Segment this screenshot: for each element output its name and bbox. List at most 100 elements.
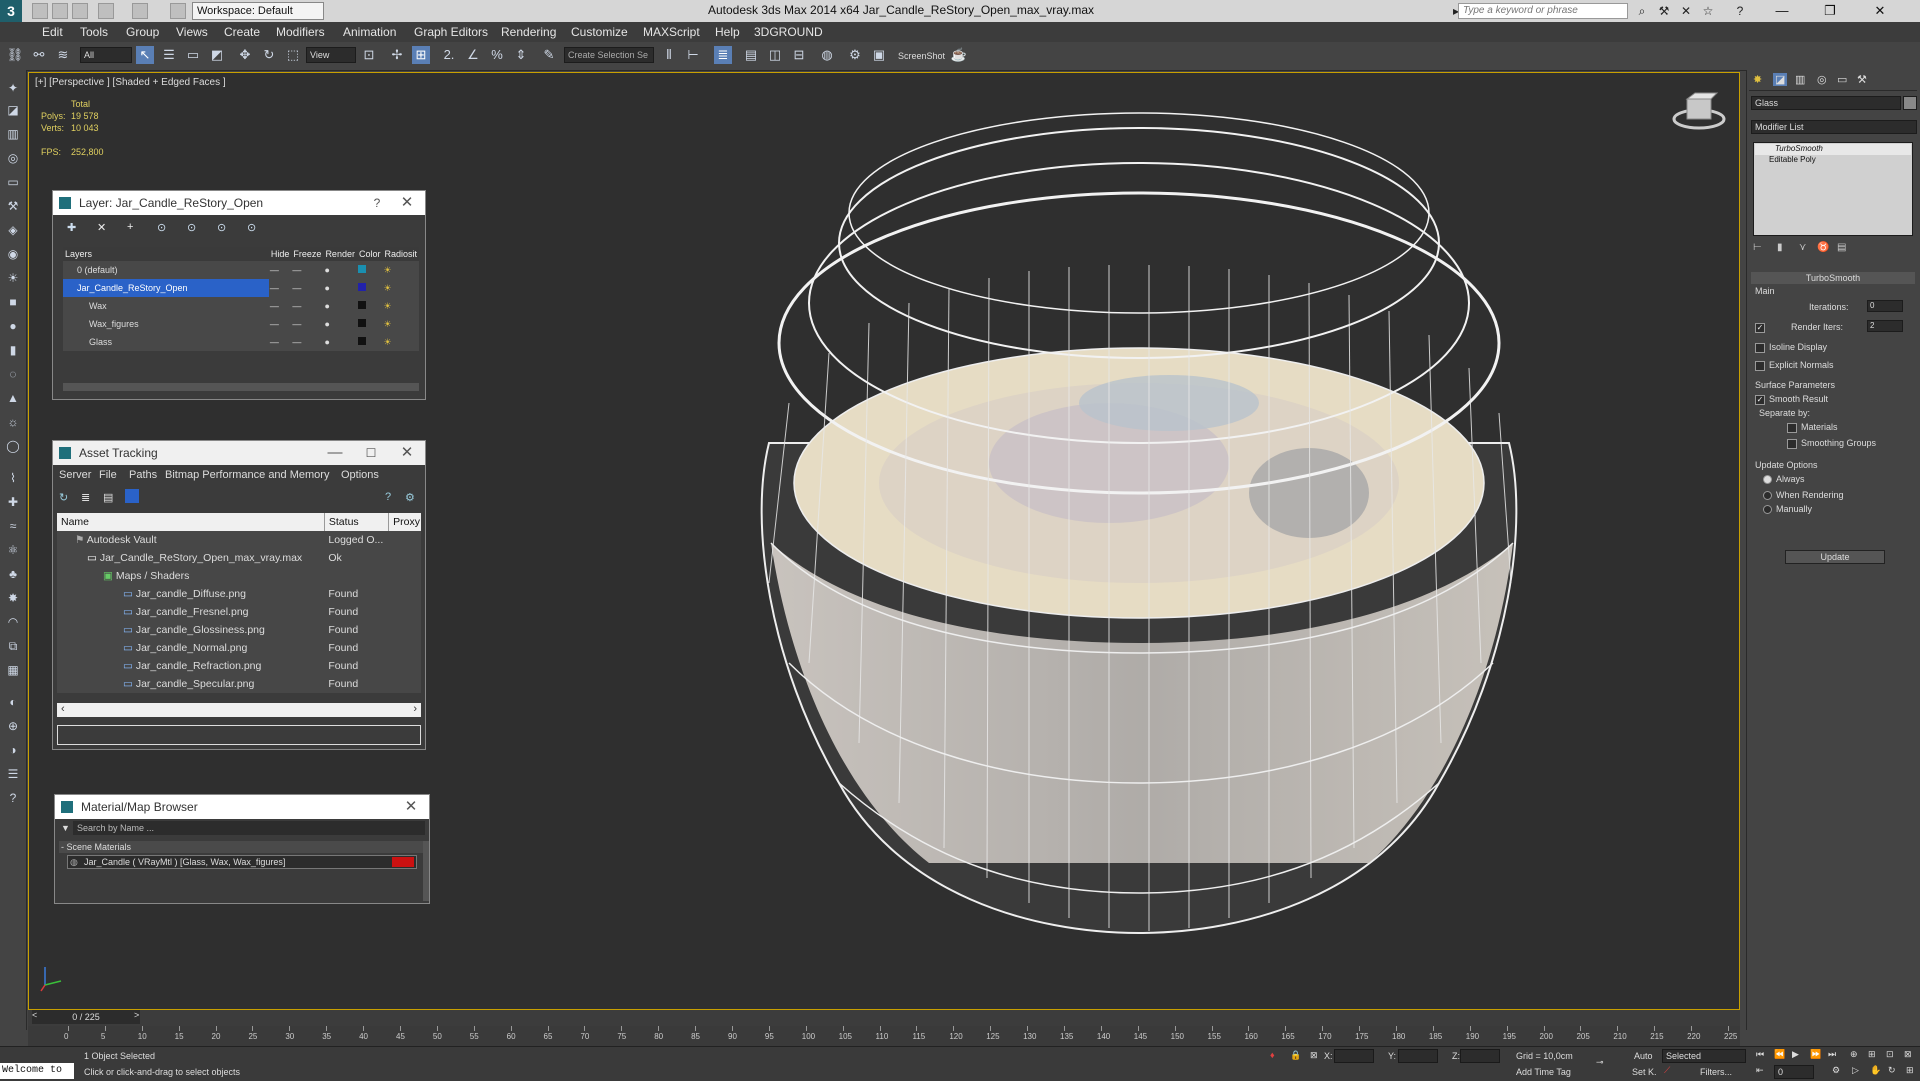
- layer-manager-icon[interactable]: ≣: [714, 46, 732, 64]
- select-layer-objects-icon[interactable]: ⊙: [157, 221, 166, 234]
- menu-animation[interactable]: Animation: [343, 25, 396, 39]
- layer-color-swatch[interactable]: [357, 301, 366, 309]
- manually-radio[interactable]: [1763, 505, 1772, 515]
- jar-candle-model[interactable]: [729, 103, 1549, 983]
- cylinder-icon[interactable]: ▮: [4, 342, 22, 358]
- bind-space-warp-icon[interactable]: ≋: [54, 46, 72, 64]
- key-filter-dropdown[interactable]: Selected: [1662, 1049, 1746, 1063]
- make-unique-icon[interactable]: ⋎: [1799, 242, 1806, 253]
- new-file-icon[interactable]: [32, 3, 48, 19]
- keyboard-shortcut-override-icon[interactable]: ⊞: [412, 46, 430, 64]
- asset-minimize-button[interactable]: —: [323, 441, 347, 465]
- layer-close-button[interactable]: ✕: [395, 191, 419, 215]
- reactor-icon[interactable]: ◑: [4, 742, 22, 758]
- window-crossing-icon[interactable]: ◩: [208, 46, 226, 64]
- detail-view-icon[interactable]: ▤: [103, 491, 113, 504]
- iterations-spinner[interactable]: 0: [1867, 300, 1903, 312]
- asset-help-icon[interactable]: ?: [385, 491, 391, 503]
- menu-3dground[interactable]: 3DGROUND: [754, 25, 823, 39]
- smoothing-groups-row[interactable]: Smoothing Groups: [1787, 438, 1876, 449]
- foliage-icon[interactable]: ♣: [4, 566, 22, 582]
- add-to-layer-icon[interactable]: +: [127, 221, 133, 233]
- play-icon[interactable]: ▶: [1792, 1049, 1799, 1060]
- motion-icon[interactable]: ◎: [4, 150, 22, 166]
- utilities-tab-icon[interactable]: ⚒: [1857, 73, 1867, 86]
- refresh-icon[interactable]: ↻: [59, 491, 68, 504]
- asset-path-field[interactable]: [57, 725, 421, 745]
- mirror-icon[interactable]: ⫴: [660, 46, 678, 64]
- favorites-star-icon[interactable]: ☆: [1700, 3, 1716, 19]
- orbit-icon[interactable]: ↻: [1888, 1065, 1896, 1076]
- stack-editable-poly[interactable]: Editable Poly: [1755, 155, 1911, 166]
- selection-lock-icon[interactable]: ♦: [1270, 1050, 1275, 1060]
- highlight-layer-icon[interactable]: ⊙: [187, 221, 196, 234]
- graphite-ribbon-icon[interactable]: ▤: [742, 46, 760, 64]
- modify-icon[interactable]: ◪: [4, 102, 22, 118]
- pan-view-icon[interactable]: ✋: [1870, 1065, 1881, 1076]
- patch-icon[interactable]: ▦: [4, 662, 22, 678]
- asset-row[interactable]: ⚑ Autodesk Vault Logged O...: [57, 531, 421, 549]
- scroll-left-icon[interactable]: ‹: [61, 703, 65, 715]
- percent-snap-icon[interactable]: %: [488, 46, 506, 64]
- col-render[interactable]: Render: [323, 247, 357, 261]
- asset-row[interactable]: ▭ Jar_candle_Fresnel.png Found: [57, 603, 421, 621]
- material-item[interactable]: ◍ Jar_Candle ( VRayMtl ) [Glass, Wax, Wa…: [67, 855, 417, 869]
- zoom-extents-icon[interactable]: ⊡: [1886, 1049, 1894, 1060]
- material-menu-arrow-icon[interactable]: ▼: [61, 823, 70, 833]
- asset-settings-icon[interactable]: ⚙: [405, 491, 415, 504]
- explicit-normals-checkbox[interactable]: [1755, 360, 1765, 371]
- col-status[interactable]: Status: [324, 513, 390, 531]
- col-proxy[interactable]: Proxy: [389, 513, 421, 531]
- layer-row[interactable]: Wax_figures — — ● ☀: [63, 315, 419, 333]
- asset-menu-file[interactable]: File: [99, 465, 117, 485]
- render-iters-spinner[interactable]: 2: [1867, 320, 1903, 332]
- layer-color-swatch[interactable]: [357, 283, 366, 291]
- go-to-end-icon[interactable]: ⏭: [1828, 1049, 1836, 1060]
- save-file-icon[interactable]: [72, 3, 88, 19]
- redo-icon[interactable]: [132, 3, 148, 19]
- asset-horizontal-scrollbar[interactable]: ‹ ›: [57, 703, 421, 717]
- delete-layer-icon[interactable]: ✕: [97, 221, 106, 234]
- table-view-icon[interactable]: [125, 489, 139, 503]
- menu-maxscript[interactable]: MAXScript: [643, 25, 700, 39]
- when-rendering-radio[interactable]: [1763, 491, 1772, 501]
- modify-tab-icon[interactable]: ◪: [1773, 73, 1788, 86]
- maxscript-listener[interactable]: Welcome to: [0, 1063, 74, 1079]
- screenshot-label[interactable]: ScreenShot: [898, 51, 945, 61]
- menu-customize[interactable]: Customize: [571, 25, 628, 39]
- x-coordinate-field[interactable]: [1334, 1049, 1374, 1063]
- motion-tab-icon[interactable]: ◎: [1817, 73, 1827, 86]
- asset-row[interactable]: ▭ Jar_candle_Normal.png Found: [57, 639, 421, 657]
- asset-row[interactable]: ▭ Jar_candle_Specular.png Found: [57, 675, 421, 693]
- keyword-search-input[interactable]: Type a keyword or phrase: [1458, 3, 1628, 19]
- asset-menu-paths[interactable]: Paths: [129, 465, 157, 485]
- binoculars-icon[interactable]: ⌕: [1634, 3, 1650, 19]
- tools-icon[interactable]: ⚒: [1656, 3, 1672, 19]
- snaps-toggle-icon[interactable]: 2.: [440, 46, 458, 64]
- close-window-button[interactable]: ✕: [1860, 0, 1900, 22]
- always-row[interactable]: Always: [1763, 474, 1805, 485]
- menu-help[interactable]: Help: [715, 25, 740, 39]
- globe-icon[interactable]: ◐: [4, 694, 22, 710]
- align-icon[interactable]: ⊢: [684, 46, 702, 64]
- y-coordinate-field[interactable]: [1398, 1049, 1438, 1063]
- camera-icon[interactable]: ◉: [4, 246, 22, 262]
- col-layers[interactable]: Layers: [63, 247, 269, 261]
- undo-icon[interactable]: [98, 3, 114, 19]
- go-to-start-icon[interactable]: ⏮: [1756, 1049, 1764, 1060]
- select-manipulate-icon[interactable]: ✢: [388, 46, 406, 64]
- stack-turbosmooth[interactable]: TurboSmooth: [1755, 144, 1911, 155]
- time-slider[interactable]: 0 / 225: [32, 1010, 140, 1024]
- z-coordinate-field[interactable]: [1460, 1049, 1500, 1063]
- reference-coordinate-dropdown[interactable]: View: [306, 47, 356, 63]
- col-hide[interactable]: Hide: [269, 247, 292, 261]
- scroll-right-icon[interactable]: ›: [413, 703, 417, 715]
- unlink-icon[interactable]: ⚯: [30, 46, 48, 64]
- pivot-center-icon[interactable]: ⊡: [360, 46, 378, 64]
- auto-key-button[interactable]: Auto: [1634, 1051, 1653, 1061]
- always-radio[interactable]: [1763, 475, 1772, 485]
- asset-menu-bitmap[interactable]: Bitmap Performance and Memory: [165, 465, 329, 485]
- material-editor-icon[interactable]: ◍: [818, 46, 836, 64]
- smoothing-groups-checkbox[interactable]: [1787, 438, 1797, 449]
- menu-group[interactable]: Group: [126, 25, 159, 39]
